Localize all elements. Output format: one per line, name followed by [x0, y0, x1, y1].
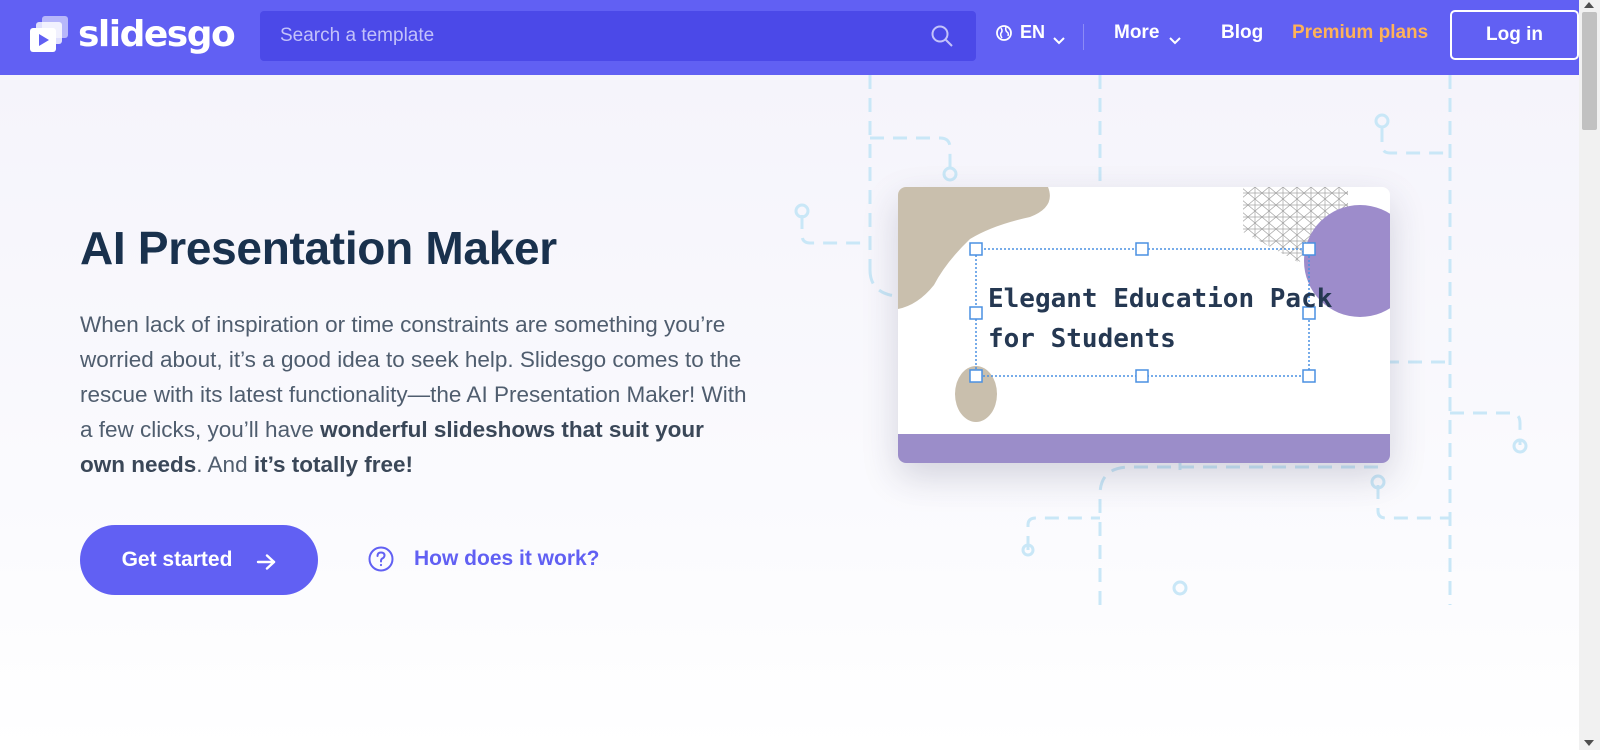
hero-section: AI Presentation Maker When lack of inspi… — [0, 75, 1579, 750]
description-text: . And — [196, 452, 254, 477]
chevron-down-icon — [1053, 29, 1065, 44]
purple-bar — [898, 434, 1390, 463]
language-selector[interactable]: EN — [996, 22, 1065, 44]
search-bar — [260, 11, 976, 61]
search-icon[interactable] — [930, 24, 954, 48]
slidesgo-logo[interactable]: slidesgo — [28, 14, 236, 56]
login-button[interactable]: Log in — [1450, 10, 1579, 60]
hero-description: When lack of inspiration or time constra… — [80, 307, 750, 482]
search-input[interactable] — [280, 25, 880, 47]
slide-preview: Elegant Education Pack for Students — [898, 187, 1390, 463]
scroll-up-arrow-icon[interactable] — [1584, 2, 1594, 8]
blog-link[interactable]: Blog — [1221, 22, 1263, 44]
how-does-it-work-link[interactable]: How does it work? — [368, 546, 600, 572]
slide-title: Elegant Education Pack for Students — [988, 284, 1333, 354]
question-icon — [368, 546, 394, 572]
get-started-button[interactable]: Get started — [80, 525, 318, 595]
page-title: AI Presentation Maker — [80, 222, 557, 274]
scroll-down-arrow-icon[interactable] — [1584, 740, 1594, 746]
premium-plans-link[interactable]: Premium plans — [1292, 22, 1428, 44]
nav-divider — [1083, 24, 1084, 50]
language-label: EN — [1020, 22, 1046, 42]
more-menu[interactable]: More — [1114, 22, 1182, 45]
get-started-label: Get started — [121, 548, 233, 571]
description-highlight: it’s totally free! — [253, 452, 414, 477]
how-does-it-work-label: How does it work? — [414, 547, 600, 570]
page-scrollbar[interactable] — [1579, 0, 1600, 750]
globe-icon — [996, 24, 1012, 41]
scrollbar-thumb[interactable] — [1582, 12, 1597, 130]
logo-text: slidesgo — [78, 14, 236, 55]
arrow-right-icon — [256, 552, 276, 570]
top-navbar: slidesgo EN More Blog Premium plans — [0, 0, 1579, 75]
more-label: More — [1114, 22, 1160, 43]
chevron-down-icon — [1169, 29, 1182, 45]
slidesgo-logo-icon — [28, 14, 70, 56]
